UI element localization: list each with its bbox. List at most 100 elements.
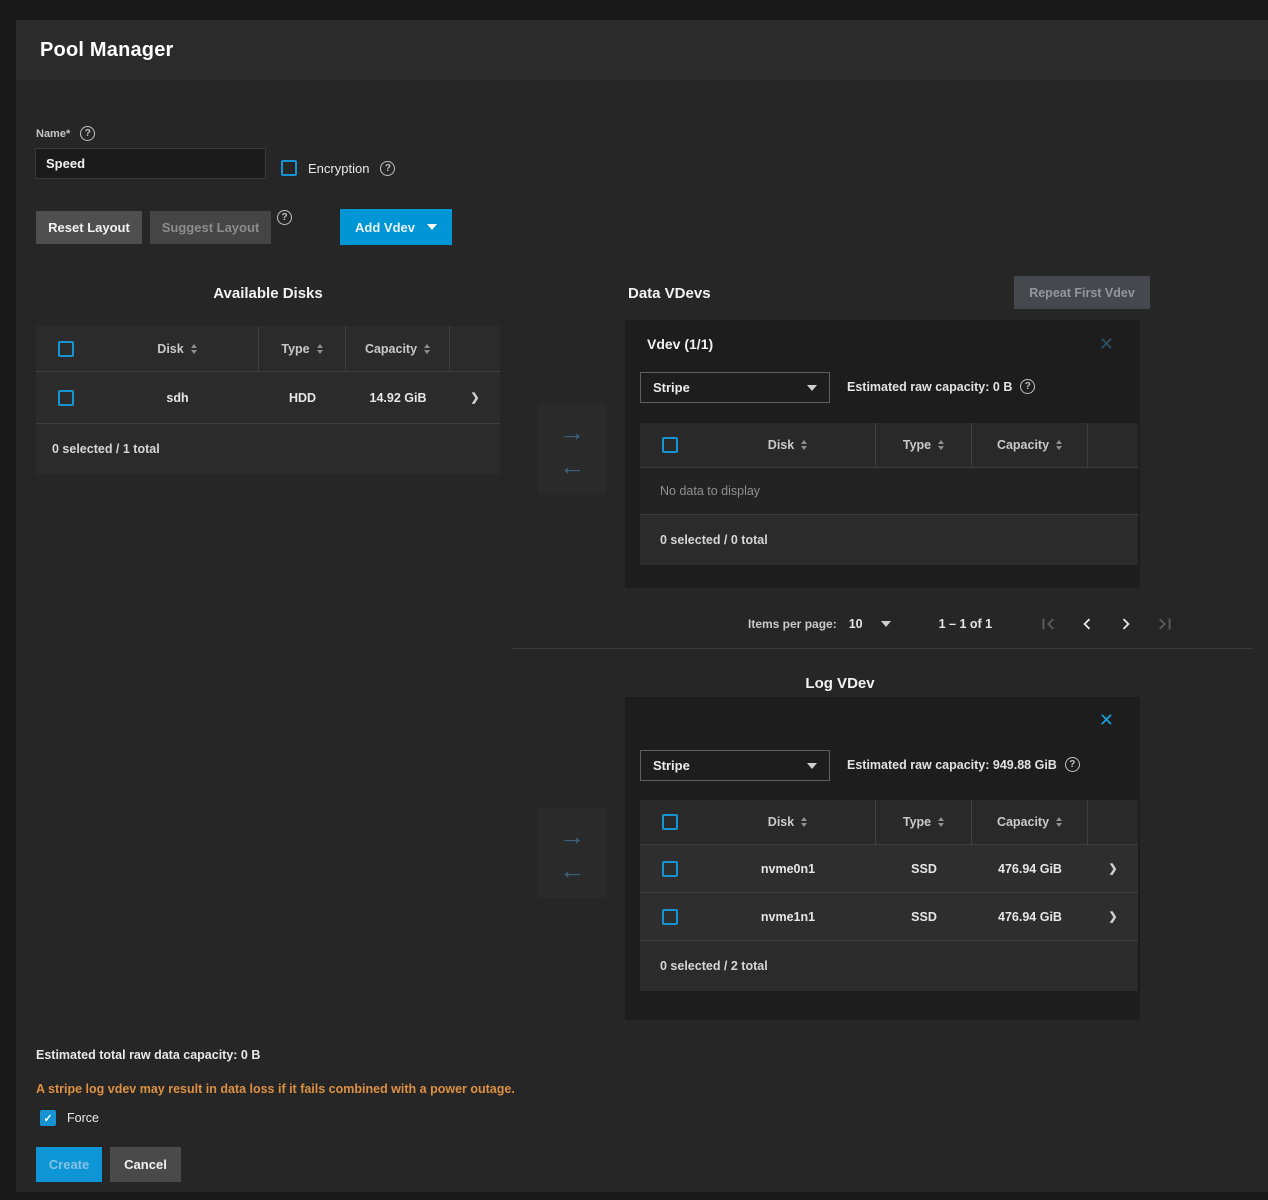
items-per-page-label: Items per page: [748, 617, 837, 631]
close-icon[interactable]: ✕ [1099, 335, 1114, 353]
sort-icon [1056, 440, 1062, 450]
sort-icon [317, 344, 323, 354]
column-header-type[interactable]: Type [876, 800, 972, 844]
column-header-disk[interactable]: Disk [96, 326, 259, 371]
chevron-down-icon[interactable] [881, 621, 891, 627]
name-field-label-row: Name* ? [36, 126, 95, 141]
expand-row-icon[interactable]: ❯ [1108, 910, 1117, 923]
force-checkbox[interactable]: ✓ [40, 1110, 56, 1126]
capacity-cell: 476.94 GiB [972, 893, 1088, 940]
name-label: Name* [36, 128, 70, 140]
move-right-icon[interactable]: → [559, 419, 585, 445]
help-icon[interactable]: ? [277, 210, 292, 225]
log-vdev-header-row: Disk Type Capacity [640, 800, 1138, 845]
data-vdev-header-row: Disk Type Capacity [640, 423, 1138, 468]
data-vdevs-title: Data VDevs [628, 285, 711, 302]
table-row[interactable]: nvme0n1 SSD 476.94 GiB ❯ [640, 845, 1138, 893]
select-all-checkbox[interactable] [662, 437, 678, 453]
available-disks-title: Available Disks [36, 285, 500, 302]
type-cell: SSD [876, 893, 972, 940]
data-vdev-transfer-arrows: → ← [538, 404, 606, 494]
next-page-button[interactable] [1114, 612, 1138, 636]
move-left-icon[interactable]: ← [559, 453, 585, 479]
add-vdev-button[interactable]: Add Vdev [340, 209, 452, 245]
encryption-label: Encryption [308, 161, 369, 176]
column-header-disk[interactable]: Disk [700, 800, 876, 844]
check-icon: ✓ [43, 1112, 52, 1125]
repeat-first-vdev-button[interactable]: Repeat First Vdev [1014, 276, 1150, 309]
chevron-down-icon [427, 224, 437, 230]
estimated-capacity: Estimated raw capacity: 949.88 GiB ? [847, 757, 1080, 772]
help-icon[interactable]: ? [1065, 757, 1080, 772]
reset-layout-button[interactable]: Reset Layout [36, 211, 142, 244]
select-all-checkbox[interactable] [662, 814, 678, 830]
disk-cell: nvme1n1 [700, 893, 876, 940]
sort-icon [1056, 817, 1062, 827]
total-capacity-text: Estimated total raw data capacity: 0 B [36, 1048, 260, 1062]
row-checkbox[interactable] [662, 909, 678, 925]
help-icon[interactable]: ? [1020, 379, 1035, 394]
column-header-disk[interactable]: Disk [700, 423, 876, 467]
disk-cell: nvme0n1 [700, 845, 876, 892]
table-row[interactable]: sdh HDD 14.92 GiB ❯ [36, 372, 500, 424]
estimated-capacity: Estimated raw capacity: 0 B ? [847, 379, 1035, 394]
column-header-type[interactable]: Type [259, 326, 346, 371]
force-label: Force [67, 1111, 99, 1125]
expand-row-icon[interactable]: ❯ [1108, 862, 1117, 875]
capacity-cell: 14.92 GiB [346, 372, 450, 423]
type-cell: HDD [259, 372, 346, 423]
row-checkbox[interactable] [58, 390, 74, 406]
log-vdev-layout-select[interactable]: Stripe [640, 750, 830, 781]
column-header-capacity[interactable]: Capacity [972, 800, 1088, 844]
encryption-checkbox[interactable] [281, 160, 297, 176]
move-right-icon[interactable]: → [559, 823, 585, 849]
encryption-row: Encryption ? [281, 160, 395, 176]
sort-icon [191, 344, 197, 354]
sort-icon [938, 817, 944, 827]
page-title: Pool Manager [40, 39, 174, 62]
pool-name-input[interactable] [35, 148, 266, 179]
move-left-icon[interactable]: ← [559, 857, 585, 883]
chevron-down-icon [807, 763, 817, 769]
chevron-down-icon [807, 385, 817, 391]
log-vdev-transfer-arrows: → ← [538, 808, 606, 898]
items-per-page-value[interactable]: 10 [849, 617, 863, 631]
force-row: ✓ Force [40, 1110, 99, 1126]
paginator: Items per page: 10 1 – 1 of 1 [748, 604, 1177, 644]
log-vdev-card: ✕ Stripe Estimated raw capacity: 949.88 … [625, 697, 1140, 1020]
dialog-header: Pool Manager [16, 20, 1268, 80]
sort-icon [801, 440, 807, 450]
column-header-capacity[interactable]: Capacity [972, 423, 1088, 467]
expand-row-icon[interactable]: ❯ [470, 391, 479, 404]
first-page-button[interactable] [1036, 612, 1060, 636]
close-icon[interactable]: ✕ [1099, 711, 1114, 729]
available-disks-table: Disk Type Capacity sdh HDD 14.92 GiB ❯ 0… [36, 326, 500, 474]
type-cell: SSD [876, 845, 972, 892]
suggest-layout-button[interactable]: Suggest Layout [150, 211, 271, 244]
sort-icon [424, 344, 430, 354]
column-header-capacity[interactable]: Capacity [346, 326, 450, 371]
sort-icon [801, 817, 807, 827]
row-checkbox[interactable] [662, 861, 678, 877]
add-vdev-label: Add Vdev [355, 220, 415, 235]
disk-cell: sdh [96, 372, 259, 423]
selection-summary: 0 selected / 0 total [640, 515, 1138, 565]
sort-icon [938, 440, 944, 450]
create-button[interactable]: Create [36, 1147, 102, 1182]
pool-manager-screen: Pool Manager Name* ? Encryption ? Reset … [0, 0, 1268, 1200]
data-vdev-layout-select[interactable]: Stripe [640, 372, 830, 403]
data-vdev-table: Disk Type Capacity No data to display 0 … [640, 423, 1138, 565]
cancel-button[interactable]: Cancel [110, 1147, 181, 1182]
last-page-button[interactable] [1153, 612, 1177, 636]
selection-summary: 0 selected / 2 total [640, 941, 1138, 991]
select-all-checkbox[interactable] [58, 341, 74, 357]
capacity-cell: 476.94 GiB [972, 845, 1088, 892]
help-icon[interactable]: ? [80, 126, 95, 141]
column-header-type[interactable]: Type [876, 423, 972, 467]
available-disks-header-row: Disk Type Capacity [36, 326, 500, 372]
help-icon[interactable]: ? [380, 161, 395, 176]
table-row[interactable]: nvme1n1 SSD 476.94 GiB ❯ [640, 893, 1138, 941]
page-range-label: 1 – 1 of 1 [939, 617, 993, 631]
previous-page-button[interactable] [1075, 612, 1099, 636]
vdev-card-title: Vdev (1/1) [647, 336, 713, 352]
